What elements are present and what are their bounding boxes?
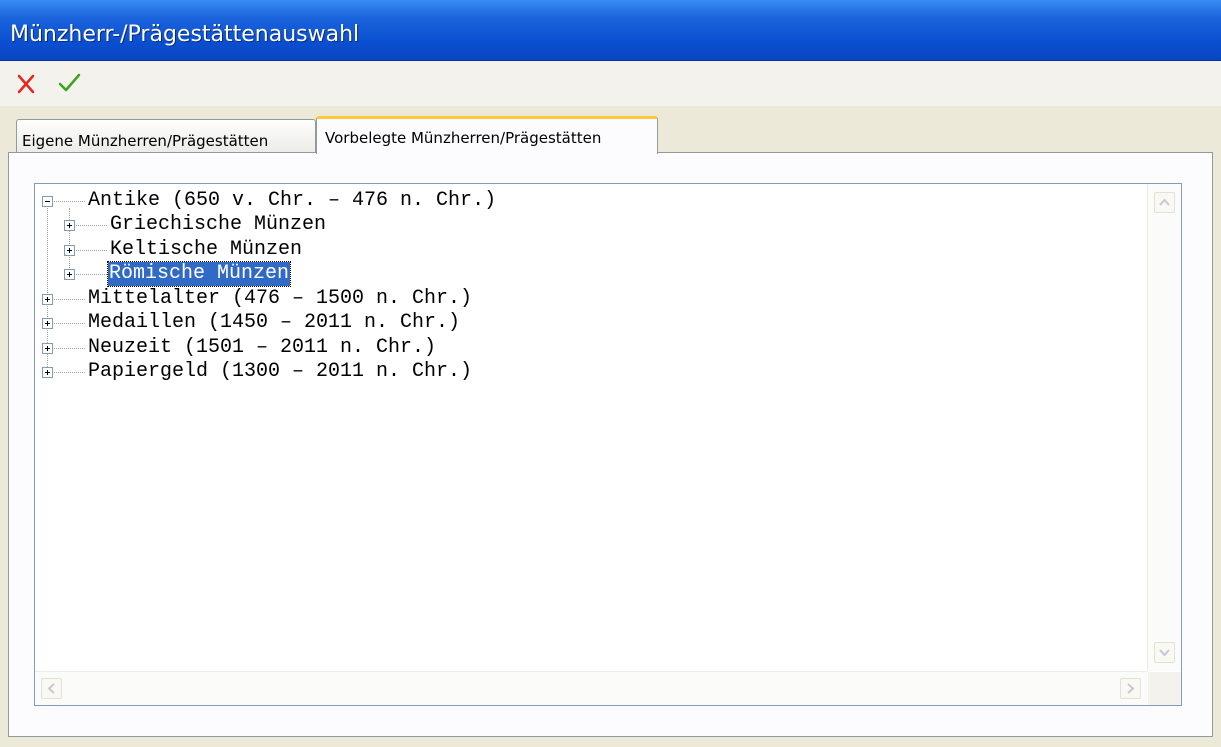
tree-node-label-selected[interactable]: Römische Münzen <box>106 261 292 287</box>
expand-icon[interactable] <box>42 367 53 378</box>
tree-connector <box>54 201 85 202</box>
chevron-right-icon <box>1127 683 1135 694</box>
tree-connector <box>54 372 85 373</box>
tree-view[interactable]: Antike (650 v. Chr. – 476 n. Chr.) Griec… <box>34 183 1182 706</box>
scroll-right-button[interactable] <box>1120 678 1141 699</box>
ok-button[interactable] <box>56 67 82 97</box>
expand-icon[interactable] <box>64 269 75 280</box>
tree-node-antike[interactable]: Antike (650 v. Chr. – 476 n. Chr.) <box>35 189 635 213</box>
chevron-up-icon <box>1159 198 1170 206</box>
tree-node-medaillen[interactable]: Medaillen (1450 – 2011 n. Chr.) <box>35 311 635 335</box>
tree-node-label[interactable]: Mittelalter (476 – 1500 n. Chr.) <box>87 287 473 311</box>
tree-node-neuzeit[interactable]: Neuzeit (1501 – 2011 n. Chr.) <box>35 336 635 360</box>
expand-icon[interactable] <box>42 318 53 329</box>
toolbar <box>0 61 1221 106</box>
tree-node-griechische[interactable]: Griechische Münzen <box>35 213 635 237</box>
tree-connector <box>76 274 107 275</box>
tree-node-label[interactable]: Antike (650 v. Chr. – 476 n. Chr.) <box>87 189 497 213</box>
green-check-icon <box>58 73 81 92</box>
tab-label: Eigene Münzherren/Prägestätten <box>22 132 269 150</box>
tree-connector <box>54 323 85 324</box>
window-titlebar: Münzherr-/Prägestättenauswahl <box>0 0 1221 61</box>
tree-content: Antike (650 v. Chr. – 476 n. Chr.) Griec… <box>35 184 1147 671</box>
vertical-scrollbar[interactable] <box>1147 184 1181 671</box>
scroll-left-button[interactable] <box>41 678 62 699</box>
tree-node-label[interactable]: Medaillen (1450 – 2011 n. Chr.) <box>87 311 461 335</box>
tree-node-mittelalter[interactable]: Mittelalter (476 – 1500 n. Chr.) <box>35 287 635 311</box>
tree-node-keltische[interactable]: Keltische Münzen <box>35 238 635 262</box>
collapse-icon[interactable] <box>42 196 53 207</box>
tree-node-label[interactable]: Keltische Münzen <box>109 238 303 262</box>
tree-connector <box>54 299 85 300</box>
tree-node-label[interactable]: Neuzeit (1501 – 2011 n. Chr.) <box>87 336 437 360</box>
expand-icon[interactable] <box>42 294 53 305</box>
expand-icon[interactable] <box>42 343 53 354</box>
scroll-up-button[interactable] <box>1154 192 1175 213</box>
tree-node-label[interactable]: Griechische Münzen <box>109 213 327 237</box>
tree-node-papiergeld[interactable]: Papiergeld (1300 – 2011 n. Chr.) <box>35 360 635 384</box>
chevron-down-icon <box>1159 649 1170 657</box>
chevron-left-icon <box>47 683 55 694</box>
tab-label: Vorbelegte Münzherren/Prägestätten <box>325 129 602 147</box>
tab-vorbelegte[interactable]: Vorbelegte Münzherren/Prägestätten <box>316 116 658 154</box>
tree-connector <box>54 348 85 349</box>
scroll-down-button[interactable] <box>1154 642 1175 663</box>
cancel-button[interactable] <box>14 67 40 97</box>
horizontal-scrollbar[interactable] <box>35 671 1147 705</box>
tree-node-roemische[interactable]: Römische Münzen <box>35 261 635 287</box>
tab-eigene[interactable]: Eigene Münzherren/Prägestätten <box>16 119 316 153</box>
red-x-icon <box>17 74 35 94</box>
tree-connector <box>76 250 107 251</box>
tree-node-label[interactable]: Papiergeld (1300 – 2011 n. Chr.) <box>87 360 473 384</box>
expand-icon[interactable] <box>64 245 75 256</box>
scrollbar-corner <box>1148 672 1181 705</box>
tree-connector <box>76 225 107 226</box>
expand-icon[interactable] <box>64 220 75 231</box>
window-title: Münzherr-/Prägestättenauswahl <box>10 22 360 47</box>
